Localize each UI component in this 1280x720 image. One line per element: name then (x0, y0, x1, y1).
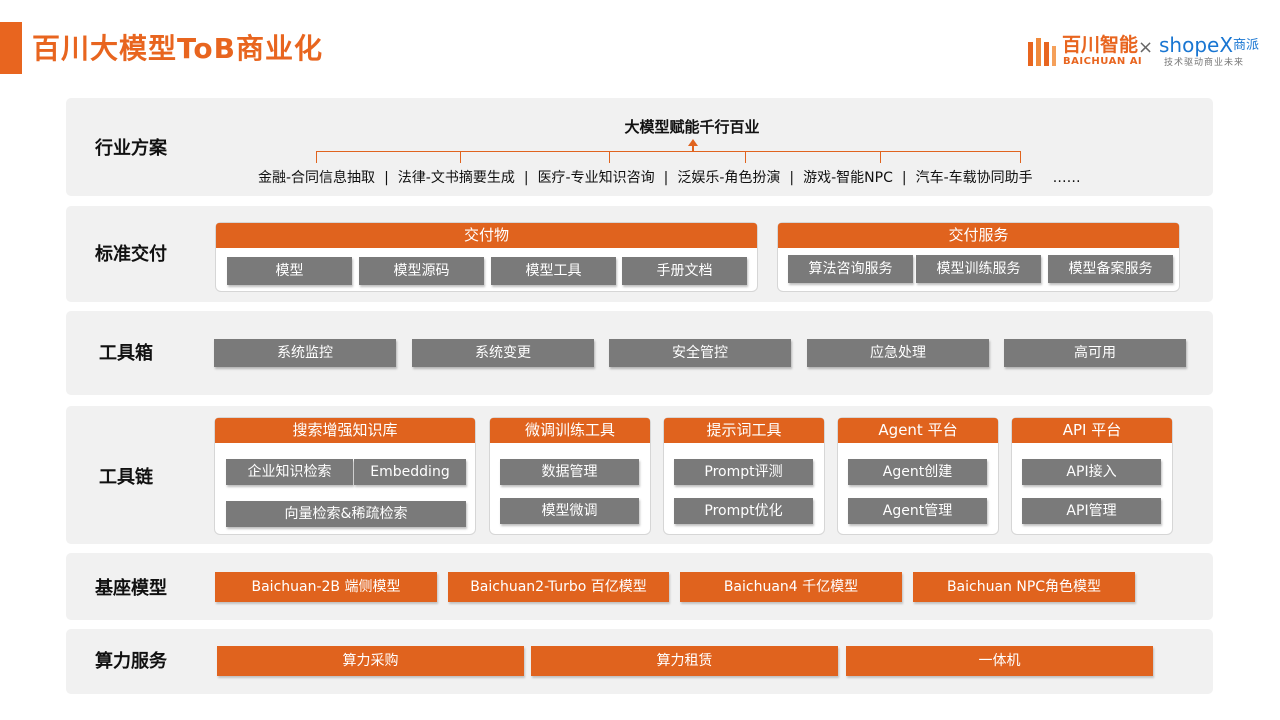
deliverables-title: 交付物 (216, 223, 757, 248)
industry-list: 金融-合同信息抽取 | 法律-文书摘要生成 | 医疗-专业知识咨询 | 泛娱乐-角色扮演 | 游… (258, 168, 1090, 188)
industry-separator: | (663, 170, 669, 186)
row-compute: 算力服务 算力采购 算力租赁 一体机 (66, 629, 1213, 694)
industry-separator: | (523, 170, 529, 186)
row-label-industry: 行业方案 (95, 138, 167, 159)
service-item: 模型训练服务 (916, 255, 1041, 283)
toolchain-item: 模型微调 (500, 498, 639, 524)
toolchain-item: Prompt评测 (674, 459, 813, 485)
toolchain-group-title: API 平台 (1012, 418, 1172, 443)
toolchain-group-finetune: 微调训练工具 数据管理 模型微调 (489, 417, 651, 535)
base-model-item: Baichuan-2B 端侧模型 (215, 572, 437, 602)
toolchain-group-title: 搜索增强知识库 (215, 418, 475, 443)
row-label-toolbox: 工具箱 (99, 343, 153, 364)
connector-drop (609, 151, 610, 163)
base-model-item: Baichuan4 千亿模型 (680, 572, 902, 602)
toolchain-item: Embedding (354, 459, 466, 485)
industry-item: 汽车-车载协同助手 (915, 170, 1033, 186)
baichuan-logo-en: BAICHUAN AI (1063, 56, 1143, 67)
deliverable-item: 模型工具 (491, 257, 616, 285)
row-label-base-models: 基座模型 (95, 578, 167, 599)
industry-item: 泛娱乐-角色扮演 (677, 170, 781, 186)
row-label-delivery: 标准交付 (95, 244, 167, 265)
toolbox-item: 系统监控 (214, 339, 396, 367)
row-toolbox: 工具箱 系统监控 系统变更 安全管控 应急处理 高可用 (66, 311, 1213, 395)
shopex-logo-text: shopeX (1159, 33, 1234, 57)
connector-drop (745, 151, 746, 163)
industry-separator: | (901, 170, 907, 186)
services-title: 交付服务 (778, 223, 1179, 248)
connector-drop (316, 151, 317, 163)
baichuan-logo-icon (1028, 38, 1056, 66)
shopex-logo-cn: 商派 (1233, 38, 1260, 53)
row-base-models: 基座模型 Baichuan-2B 端侧模型 Baichuan2-Turbo 百亿… (66, 553, 1213, 620)
partner-logos: 百川智能 BAICHUAN AI × shopeX 商派 技术驱动商业未来 (1026, 34, 1266, 74)
service-item: 算法咨询服务 (788, 255, 913, 283)
connector-horizontal (316, 151, 1021, 152)
base-model-item: Baichuan2-Turbo 百亿模型 (448, 572, 669, 602)
connector-drop (880, 151, 881, 163)
row-label-compute: 算力服务 (95, 651, 167, 672)
deliverable-item: 手册文档 (622, 257, 747, 285)
toolchain-group-prompt: 提示词工具 Prompt评测 Prompt优化 (663, 417, 825, 535)
toolchain-item: 企业知识检索 (226, 459, 353, 485)
toolchain-item: API管理 (1022, 498, 1161, 524)
toolbox-item: 高可用 (1004, 339, 1186, 367)
industry-separator: | (384, 170, 389, 186)
baichuan-logo-text: 百川智能 (1062, 34, 1139, 56)
page-title: 百川大模型ToB商业化 (32, 32, 323, 65)
toolchain-item: Agent管理 (848, 498, 987, 524)
toolchain-item: Prompt优化 (674, 498, 813, 524)
deliverable-item: 模型源码 (359, 257, 484, 285)
toolbox-item: 应急处理 (807, 339, 989, 367)
logo-separator: × (1138, 37, 1154, 58)
toolchain-group-title: Agent 平台 (838, 418, 998, 443)
toolbox-item: 安全管控 (609, 339, 791, 367)
row-delivery: 标准交付 交付物 模型 模型源码 模型工具 手册文档 交付服务 算法咨询服务 模… (66, 206, 1213, 302)
industry-ellipsis: …… (1052, 170, 1081, 186)
row-label-toolchain: 工具链 (99, 467, 153, 488)
industry-separator: | (789, 170, 795, 186)
toolchain-group-rag: 搜索增强知识库 企业知识检索 Embedding 向量检索&稀疏检索 (214, 417, 476, 535)
toolchain-item: 向量检索&稀疏检索 (226, 501, 466, 527)
toolchain-group-title: 提示词工具 (664, 418, 824, 443)
service-item: 模型备案服务 (1048, 255, 1173, 283)
industry-item: 法律-文书摘要生成 (397, 170, 515, 186)
deliverable-item: 模型 (227, 257, 352, 285)
shopex-tagline: 技术驱动商业未来 (1164, 58, 1245, 68)
compute-item: 一体机 (846, 646, 1153, 676)
connector-drop (1020, 151, 1021, 163)
connector-drop (460, 151, 461, 163)
toolchain-item: Agent创建 (848, 459, 987, 485)
row-toolchain: 工具链 搜索增强知识库 企业知识检索 Embedding 向量检索&稀疏检索 微… (66, 406, 1213, 544)
industry-item: 金融-合同信息抽取 (258, 170, 376, 186)
toolchain-group-agent: Agent 平台 Agent创建 Agent管理 (837, 417, 999, 535)
industry-item: 游戏-智能NPC (803, 170, 893, 186)
title-accent-bar (0, 22, 22, 74)
industry-item: 医疗-专业知识咨询 (537, 170, 655, 186)
toolchain-group-api: API 平台 API接入 API管理 (1011, 417, 1173, 535)
deliverables-card: 交付物 模型 模型源码 模型工具 手册文档 (215, 222, 758, 292)
compute-item: 算力采购 (217, 646, 524, 676)
toolchain-group-title: 微调训练工具 (490, 418, 650, 443)
services-card: 交付服务 算法咨询服务 模型训练服务 模型备案服务 (777, 222, 1180, 292)
compute-item: 算力租赁 (531, 646, 838, 676)
toolbox-item: 系统变更 (412, 339, 594, 367)
toolchain-item: 数据管理 (500, 459, 639, 485)
base-model-item: Baichuan NPC角色模型 (913, 572, 1135, 602)
industry-headline: 大模型赋能千行百业 (624, 118, 760, 136)
toolchain-item: API接入 (1022, 459, 1161, 485)
